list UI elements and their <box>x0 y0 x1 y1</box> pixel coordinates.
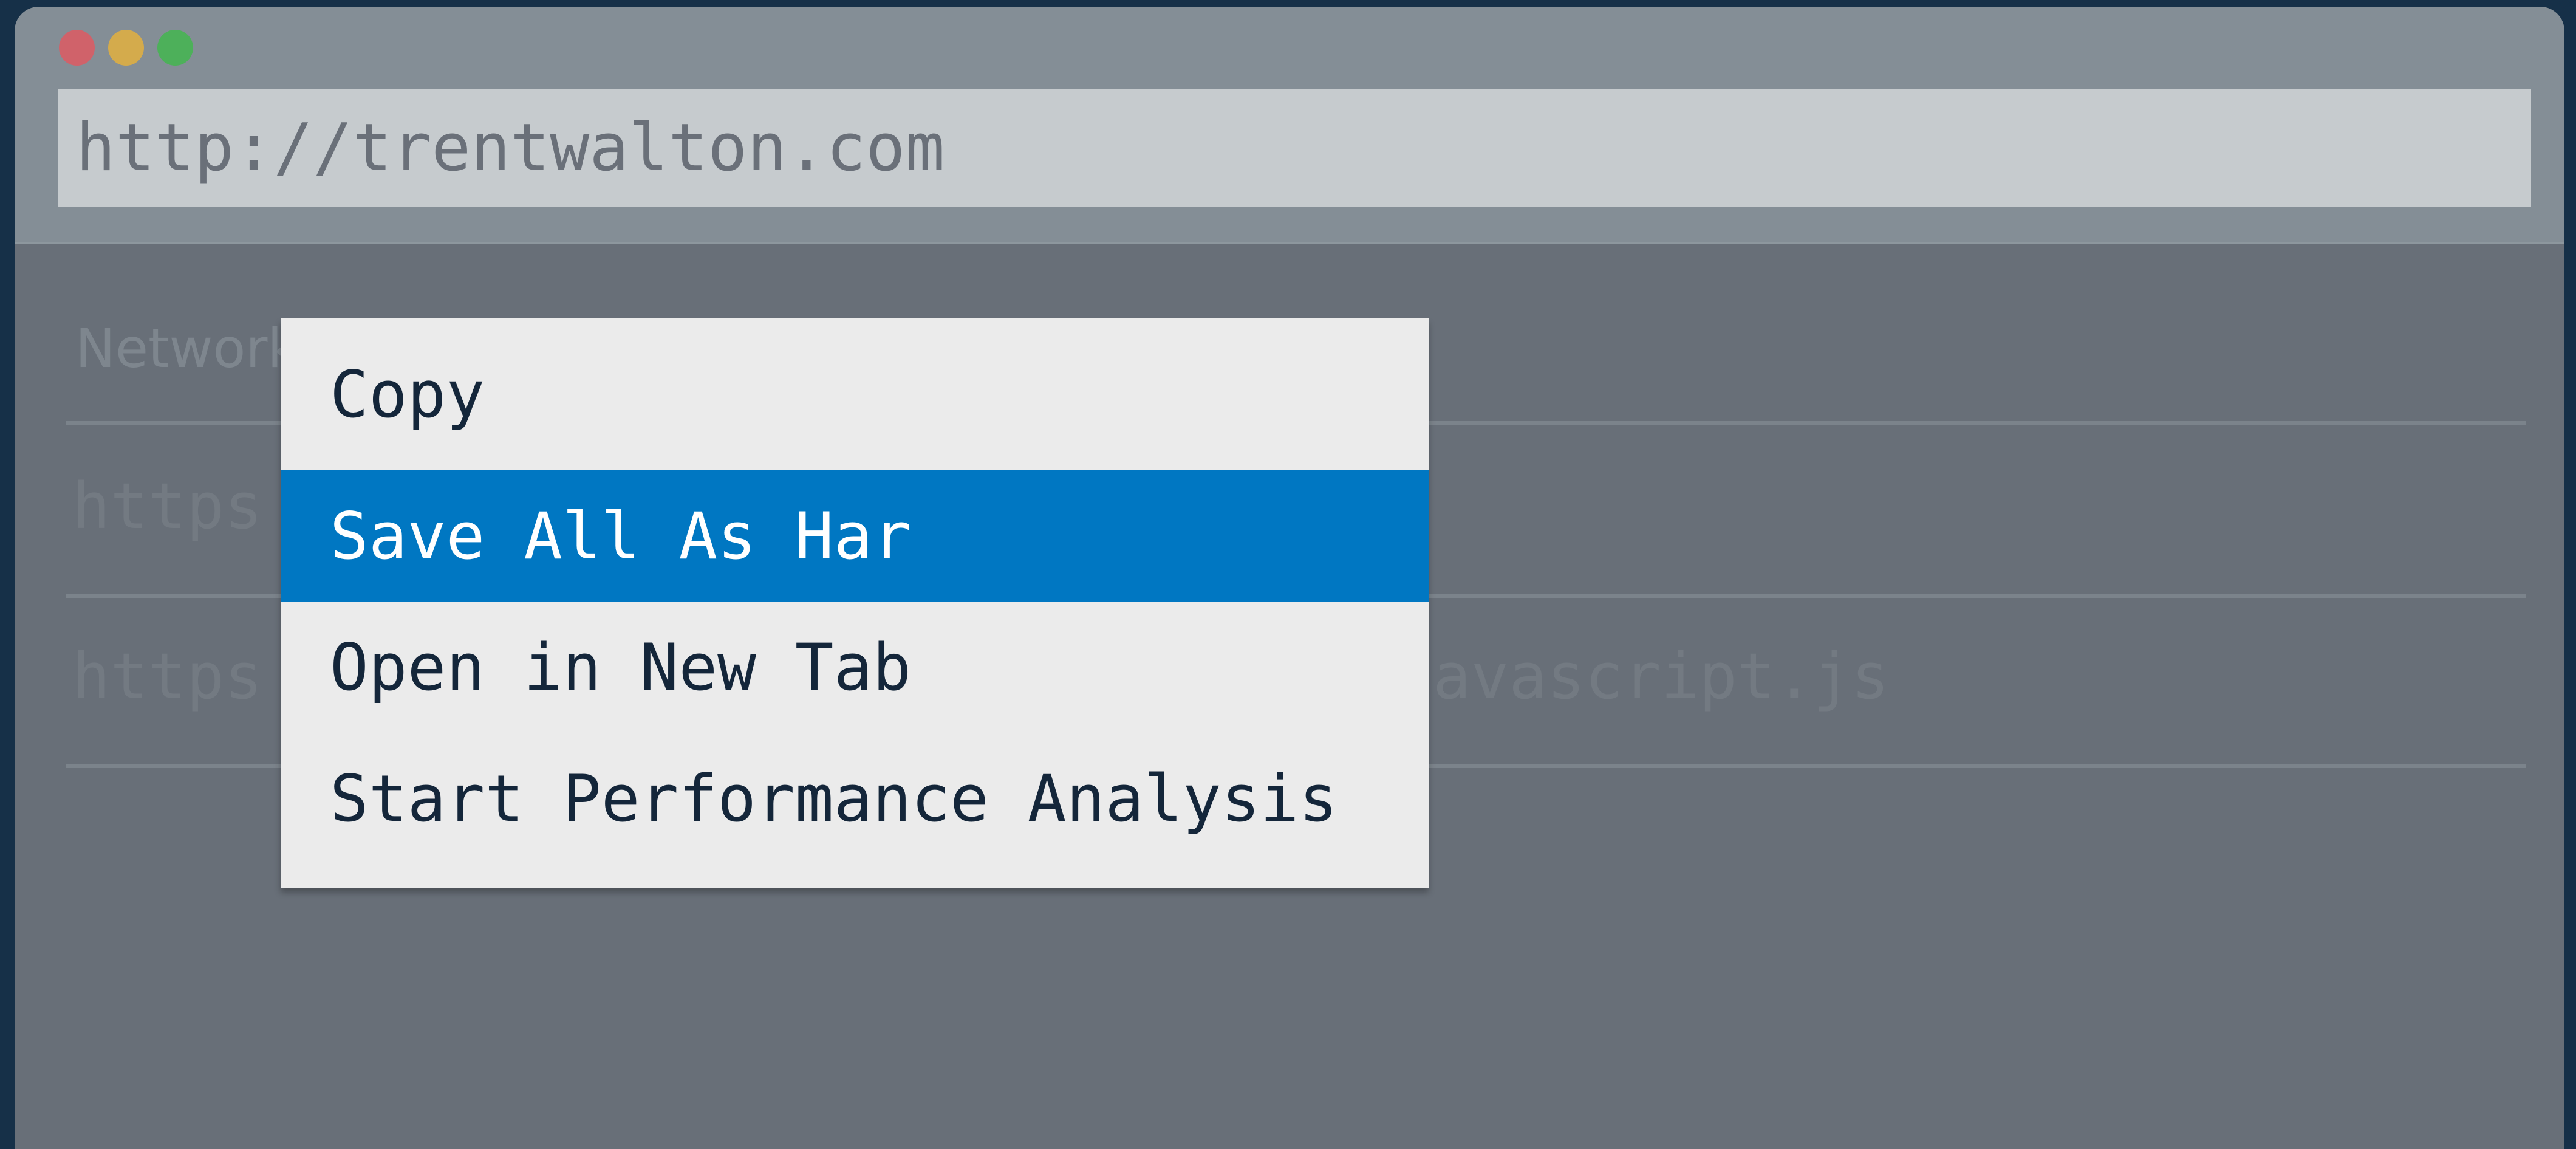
network-panel-title: Network <box>75 317 299 380</box>
address-bar-url: http://trentwalton.com <box>76 109 945 186</box>
request-row-2-url-tail: avascript.js <box>1433 639 1890 713</box>
close-window-button[interactable] <box>59 30 95 66</box>
menu-item-open-in-new-tab[interactable]: Open in New Tab <box>281 602 1429 733</box>
menu-item-label: Save All As Har <box>330 498 912 574</box>
menu-item-label: Start Performance Analysis <box>330 761 1338 836</box>
request-row-2-url[interactable]: https <box>72 639 262 713</box>
zoom-window-button[interactable] <box>157 30 193 66</box>
context-menu: Copy Save All As Har Open in New Tab Sta… <box>281 318 1429 888</box>
menu-item-label: Copy <box>330 357 485 432</box>
menu-item-save-all-as-har[interactable]: Save All As Har <box>281 470 1429 602</box>
request-row-1-url[interactable]: https <box>72 469 262 543</box>
minimize-window-button[interactable] <box>108 30 144 66</box>
title-bar: http://trentwalton.com <box>15 7 2564 244</box>
address-bar[interactable]: http://trentwalton.com <box>58 89 2531 207</box>
menu-item-copy[interactable]: Copy <box>281 318 1429 470</box>
menu-item-label: Open in New Tab <box>330 629 912 705</box>
menu-item-start-performance-analysis[interactable]: Start Performance Analysis <box>281 733 1429 864</box>
